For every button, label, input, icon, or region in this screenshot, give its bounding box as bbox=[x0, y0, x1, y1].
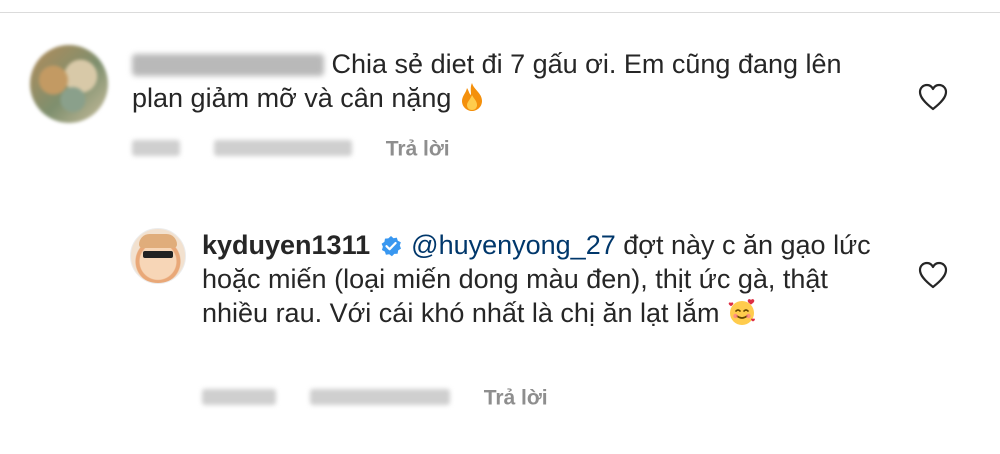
likes-count-blurred[interactable] bbox=[309, 389, 450, 405]
avatar-blurred[interactable] bbox=[30, 45, 108, 123]
heart-icon[interactable] bbox=[918, 261, 948, 289]
smiling-face-with-hearts-emoji bbox=[727, 297, 757, 335]
avatar[interactable] bbox=[130, 228, 186, 284]
comment-2-meta: Trả lời bbox=[202, 386, 548, 410]
likes-count-blurred[interactable] bbox=[213, 140, 352, 156]
reply-button[interactable]: Trả lời bbox=[386, 137, 450, 160]
comment-2-body: kyduyen1311 @huyenyong_27 đợt này c ăn g… bbox=[202, 228, 892, 335]
reply-button[interactable]: Trả lời bbox=[484, 386, 548, 409]
timestamp-blurred bbox=[132, 140, 180, 156]
username-blurred[interactable] bbox=[132, 54, 324, 76]
heart-icon[interactable] bbox=[918, 83, 948, 111]
comment-1-body: Chia sẻ diet đi 7 gấu ơi. Em cũng đang l… bbox=[132, 47, 892, 120]
verified-badge-icon bbox=[380, 231, 402, 257]
fire-emoji bbox=[459, 82, 485, 120]
comment-username[interactable]: kyduyen1311 bbox=[202, 230, 370, 260]
timestamp-blurred bbox=[202, 389, 276, 405]
top-divider bbox=[0, 12, 1000, 13]
mention-link[interactable]: @huyenyong_27 bbox=[411, 230, 616, 260]
comment-1-meta: Trả lời bbox=[132, 137, 450, 161]
